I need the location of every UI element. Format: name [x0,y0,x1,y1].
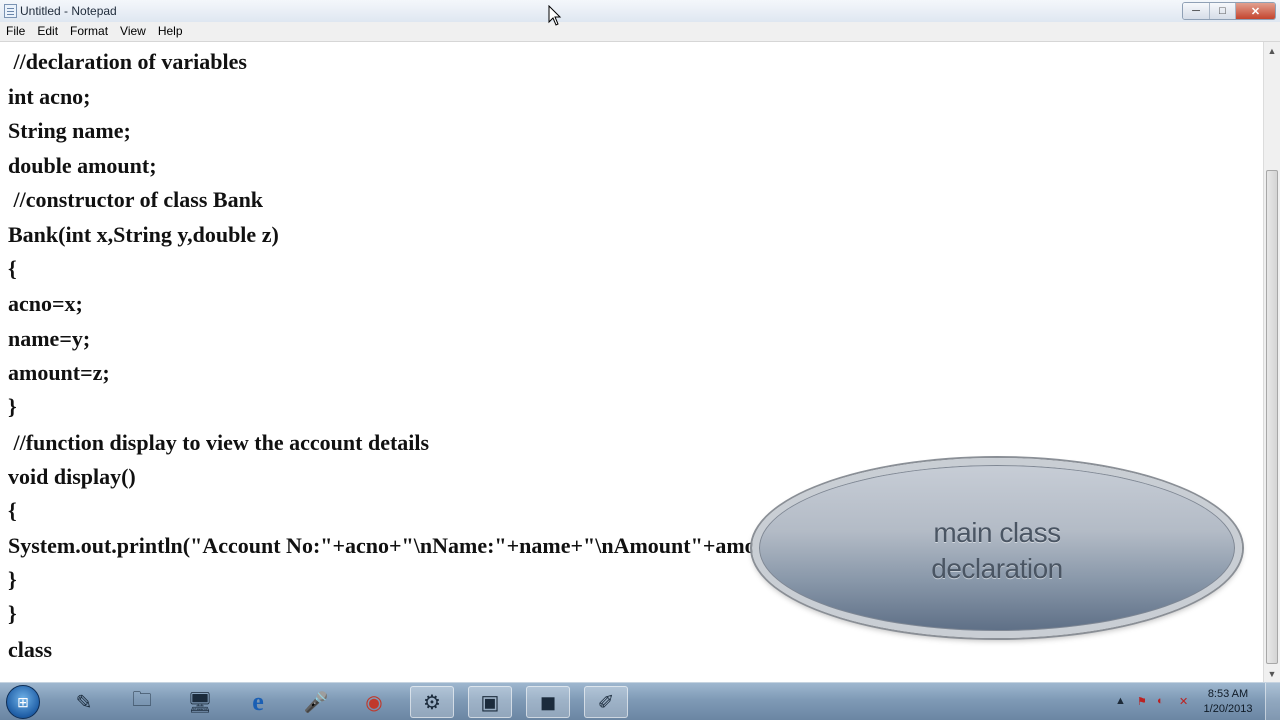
notepad-app-icon [4,4,17,18]
network-icon[interactable]: ⚑ [1137,695,1147,708]
minimize-button[interactable]: ─ [1183,3,1209,19]
code-line: class [8,637,52,662]
action-center-icon[interactable]: ✕ [1179,695,1188,708]
code-line: //constructor of class Bank [8,187,264,212]
code-line: name=y; [8,326,91,351]
annotation-text: main class declaration [759,515,1235,587]
code-line: } [8,601,17,626]
start-button[interactable]: ⊞ [6,685,40,719]
title-bar: Untitled - Notepad ─ □ ✕ [0,0,1280,23]
volume-icon[interactable]: ◐ [1157,695,1164,707]
menu-bar: File Edit Format View Help [0,22,1280,42]
package-icon[interactable]: ▣ [468,686,512,718]
clock[interactable]: 8:53 AM 1/20/2013 [1198,687,1258,717]
scroll-up-arrow-icon[interactable]: ▲ [1264,42,1280,59]
system-tray: ▲ ⚑ ◐ ✕ 8:53 AM 1/20/2013 [1105,683,1280,721]
maximize-button[interactable]: □ [1209,3,1235,19]
annotation-line-2: declaration [931,553,1063,584]
vertical-scrollbar[interactable]: ▲ ▼ [1263,42,1280,682]
code-line: { [8,256,17,281]
computer-icon[interactable]: 🖥 [178,686,222,718]
scroll-down-arrow-icon[interactable]: ▼ [1264,665,1280,682]
menu-file[interactable]: File [0,22,31,41]
scrollbar-thumb[interactable] [1266,170,1278,664]
show-desktop-button[interactable] [1265,683,1280,721]
code-line: acno=x; [8,291,83,316]
code-line: double amount; [8,153,157,178]
menu-view[interactable]: View [114,22,152,41]
code-line: amount=z; [8,360,110,385]
clock-date: 1/20/2013 [1203,703,1253,715]
code-line: //function display to view the account d… [8,430,430,455]
chrome-icon[interactable]: ◉ [352,686,396,718]
tools-icon[interactable]: ⚙ [410,686,454,718]
paint-icon[interactable]: ✎ [62,686,106,718]
code-line: String name; [8,118,131,143]
menu-help[interactable]: Help [152,22,189,41]
camera-icon[interactable]: ◼ [526,686,570,718]
taskbar: ⊞ ✎ 🗀 🖥 e 🎤 ◉ ⚙ ▣ ◼ ✐ ▲ ⚑ ◐ ✕ 8:53 AM 1/… [0,682,1280,721]
close-button[interactable]: ✕ [1235,3,1275,19]
code-line: } [8,567,17,592]
notepad-icon[interactable]: ✐ [584,686,628,718]
show-hidden-icons-icon[interactable]: ▲ [1115,695,1126,707]
mouse-cursor-icon [548,5,562,26]
menu-edit[interactable]: Edit [31,22,64,41]
annotation-callout: main class declaration [752,458,1242,638]
internet-explorer-icon[interactable]: e [236,686,280,718]
file-explorer-icon[interactable]: 🗀 [120,686,164,718]
window-title: Untitled - Notepad [20,4,117,18]
microphone-icon[interactable]: 🎤 [294,686,338,718]
code-line: int acno; [8,84,91,109]
code-line: } [8,394,17,419]
clock-time: 8:53 AM [1207,688,1249,700]
code-line: System.out.println("Account No:"+acno+"\… [8,533,803,558]
window-controls: ─ □ ✕ [1182,2,1276,20]
code-line: void display() [8,464,136,489]
code-line: { [8,498,17,523]
code-line: Bank(int x,String y,double z) [8,222,279,247]
annotation-line-1: main class [933,517,1061,548]
menu-format[interactable]: Format [64,22,114,41]
code-line: //declaration of variables [8,49,247,74]
